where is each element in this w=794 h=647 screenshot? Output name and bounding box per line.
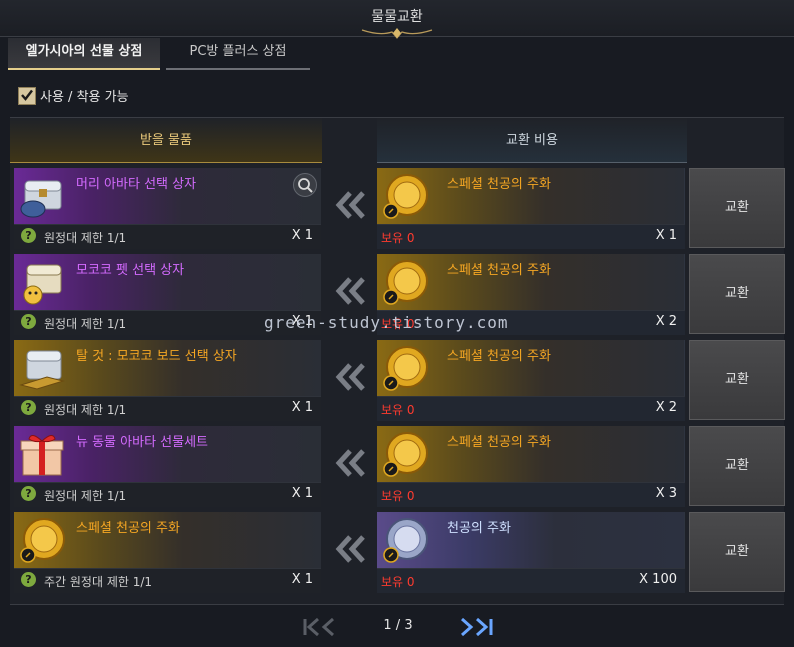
first-prev-page-icon[interactable] [302, 616, 338, 638]
page-indicator: 1 / 3 [383, 618, 413, 633]
reward-item[interactable]: 뉴 동물 아바타 선물세트 ? 원정대 제한 1/1 X 1 [14, 426, 321, 507]
owned-amount: 보유 0 [381, 489, 415, 503]
checkmark-icon [21, 89, 33, 101]
gift-box-icon [20, 435, 64, 476]
item-footer: ? 원정대 제한 1/1 X 1 [14, 482, 321, 507]
usable-checkbox[interactable] [18, 87, 36, 105]
purchase-limit: 원정대 제한 1/1 [44, 231, 127, 245]
cost-item[interactable]: 스페셜 천공의 주화 보유 0 X 1 [377, 168, 685, 249]
cost-quantity: X 3 [655, 486, 677, 501]
title-ornament-icon [361, 28, 433, 39]
tab-pc-plus-shop[interactable]: PC방 플러스 상점 [166, 38, 310, 70]
exchange-row: 뉴 동물 아바타 선물세트 ? 원정대 제한 1/1 X 1 스페셜 천공의 주… [0, 426, 794, 512]
exchange-button[interactable]: 교환 [689, 254, 785, 334]
item-quantity: X 1 [291, 486, 313, 501]
exchange-button[interactable]: 교환 [689, 340, 785, 420]
exchange-row: 머리 아바타 선택 상자 ? 원정대 제한 1/1 X 1 스페셜 천공의 주화… [0, 168, 794, 254]
exchange-row: 탈 것 : 모코코 보드 선택 상자 ? 원정대 제한 1/1 X 1 스페셜 … [0, 340, 794, 426]
title-bar: 물물교환 [0, 0, 794, 39]
item-quantity: X 1 [291, 400, 313, 415]
cost-footer: 보유 0 X 1 [377, 224, 685, 249]
chest-pet-icon [23, 264, 62, 305]
gold-coin-icon [20, 518, 65, 563]
help-icon[interactable]: ? [21, 572, 36, 587]
receive-column-header: 받을 물품 [10, 118, 322, 163]
item-quantity: X 1 [291, 228, 313, 243]
cost-item[interactable]: 스페셜 천공의 주화 보유 0 X 2 [377, 340, 685, 421]
exchange-button[interactable]: 교환 [689, 512, 785, 592]
exchange-button[interactable]: 교환 [689, 168, 785, 248]
cost-footer: 보유 0 X 3 [377, 482, 685, 507]
reward-item[interactable]: 탈 것 : 모코코 보드 선택 상자 ? 원정대 제한 1/1 X 1 [14, 340, 321, 421]
help-icon[interactable]: ? [21, 228, 36, 243]
double-arrow-left-icon [335, 535, 365, 563]
cost-item[interactable]: 천공의 주화 보유 0 X 100 [377, 512, 685, 593]
owned-amount: 보유 0 [381, 403, 415, 417]
cost-name: 스페셜 천공의 주화 [447, 349, 551, 364]
item-footer: ? 원정대 제한 1/1 X 1 [14, 224, 321, 249]
cost-quantity: X 2 [655, 400, 677, 415]
search-icon[interactable] [293, 173, 317, 197]
cost-footer: 보유 0 X 100 [377, 568, 685, 593]
reward-item[interactable]: 머리 아바타 선택 상자 ? 원정대 제한 1/1 X 1 [14, 168, 321, 249]
cost-quantity: X 2 [655, 314, 677, 329]
item-name: 모코코 펫 선택 상자 [76, 263, 185, 278]
item-quantity: X 1 [291, 572, 313, 587]
purchase-limit: 원정대 제한 1/1 [44, 317, 127, 331]
gold-coin-icon [383, 174, 428, 219]
exchange-button[interactable]: 교환 [689, 426, 785, 506]
reward-item[interactable]: 스페셜 천공의 주화 ? 주간 원정대 제한 1/1 X 1 [14, 512, 321, 593]
cost-name: 천공의 주화 [447, 521, 511, 536]
cost-quantity: X 100 [639, 572, 677, 587]
cost-column-header: 교환 비용 [377, 118, 687, 163]
purchase-limit: 원정대 제한 1/1 [44, 403, 127, 417]
chest-mount-icon [19, 350, 65, 390]
double-arrow-left-icon [335, 449, 365, 477]
help-icon[interactable]: ? [21, 314, 36, 329]
watermark-text: green-study.tistory.com [264, 313, 509, 332]
item-name: 탈 것 : 모코코 보드 선택 상자 [76, 349, 237, 364]
gold-coin-icon [383, 346, 428, 391]
cost-item[interactable]: 스페셜 천공의 주화 보유 0 X 3 [377, 426, 685, 507]
usable-filter-label: 사용 / 착용 가능 [40, 90, 129, 105]
item-footer: ? 주간 원정대 제한 1/1 X 1 [14, 568, 321, 593]
gold-coin-icon [383, 432, 428, 477]
owned-amount: 보유 0 [381, 231, 415, 245]
item-name: 머리 아바타 선택 상자 [76, 177, 197, 192]
help-icon[interactable]: ? [21, 486, 36, 501]
purchase-limit: 주간 원정대 제한 1/1 [44, 575, 153, 589]
cost-name: 스페셜 천공의 주화 [447, 177, 551, 192]
window-title: 물물교환 [371, 9, 423, 25]
double-arrow-left-icon [335, 277, 365, 305]
cost-name: 스페셜 천공의 주화 [447, 435, 551, 450]
help-icon[interactable]: ? [21, 400, 36, 415]
chest-helmet-icon [20, 180, 62, 218]
pagination: 1 / 3 [0, 612, 794, 642]
silver-coin-icon [383, 518, 428, 563]
cost-name: 스페셜 천공의 주화 [447, 263, 551, 278]
item-footer: ? 원정대 제한 1/1 X 1 [14, 396, 321, 421]
cost-footer: 보유 0 X 2 [377, 396, 685, 421]
owned-amount: 보유 0 [381, 575, 415, 589]
double-arrow-left-icon [335, 363, 365, 391]
item-name: 뉴 동물 아바타 선물세트 [76, 435, 208, 450]
tab-elgasia-gift-shop[interactable]: 엘가시아의 선물 상점 [8, 38, 160, 70]
next-last-page-icon[interactable] [458, 616, 494, 638]
gold-coin-icon [383, 260, 428, 305]
exchange-row: 스페셜 천공의 주화 ? 주간 원정대 제한 1/1 X 1 천공의 주화 보유… [0, 512, 794, 598]
double-arrow-left-icon [335, 191, 365, 219]
item-name: 스페셜 천공의 주화 [76, 521, 180, 536]
purchase-limit: 원정대 제한 1/1 [44, 489, 127, 503]
cost-quantity: X 1 [655, 228, 677, 243]
